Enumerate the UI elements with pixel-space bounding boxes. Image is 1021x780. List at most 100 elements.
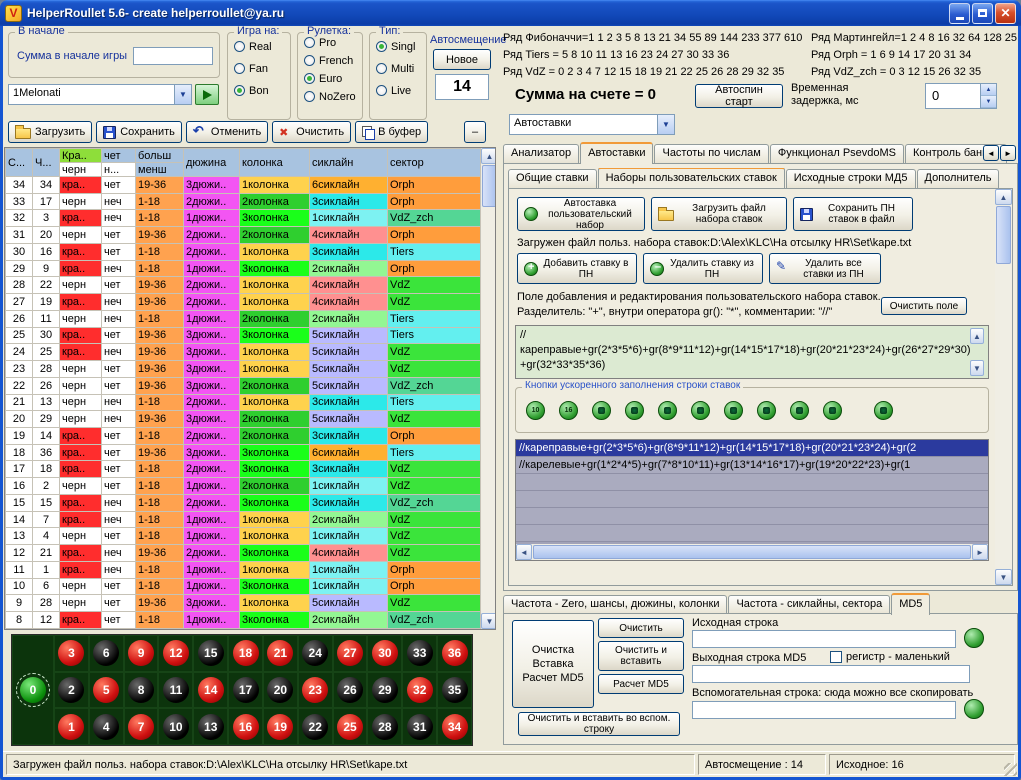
- roulette-number-24[interactable]: 24: [302, 640, 328, 666]
- table-row[interactable]: 2425кра..неч19-363дюжи..1колонка5сиклайн…: [6, 344, 481, 361]
- main-tab-1[interactable]: Автоставки: [580, 142, 653, 164]
- table-row[interactable]: 2113черннеч1-182дюжи..1колонка3сиклайнTi…: [6, 394, 481, 411]
- radio-french[interactable]: French: [304, 52, 362, 69]
- resize-grip[interactable]: [1004, 763, 1017, 776]
- autostake-user-set-button[interactable]: Автоставка пользовательский набор: [517, 197, 645, 231]
- delete-bet-button[interactable]: Удалить ставку из ПН: [643, 253, 763, 284]
- roulette-number-31[interactable]: 31: [407, 714, 433, 740]
- radio-real[interactable]: Real: [234, 38, 290, 55]
- table-row[interactable]: 1221кра..неч19-362дюжи..3колонка4сиклайн…: [6, 545, 481, 562]
- bets-combobox[interactable]: Автоставки ▼: [509, 114, 675, 135]
- roulette-number-8[interactable]: 8: [128, 677, 154, 703]
- roulette-number-21[interactable]: 21: [267, 640, 293, 666]
- delay-spinner[interactable]: 0 ▲ ▼: [925, 83, 997, 109]
- paste-aux-button[interactable]: Очистить и вставить во вспом. строку: [518, 712, 680, 736]
- table-row[interactable]: 812кра..чет1-181дюжи..3колонка2сиклайнVd…: [6, 612, 481, 629]
- md5-source-action-button[interactable]: [964, 628, 984, 648]
- table-row[interactable]: 3016кра..чет1-182дюжи..1колонка3сиклайнT…: [6, 243, 481, 260]
- md5-button-1[interactable]: Очистить: [598, 618, 684, 638]
- radio-live[interactable]: Live: [376, 82, 426, 99]
- table-row[interactable]: 106чернчет1-181дюжи..3колонка1сиклайнOrp…: [6, 578, 481, 595]
- roulette-number-5[interactable]: 5: [93, 677, 119, 703]
- bet-edit-field[interactable]: //кареправые+gr(2*3*5*6)+gr(8*9*11*12)+g…: [515, 325, 989, 379]
- quick-fill-button-9[interactable]: [790, 401, 809, 420]
- scroll-up-icon[interactable]: ▲: [481, 148, 496, 164]
- roulette-number-1[interactable]: 1: [58, 714, 84, 740]
- table-row[interactable]: 928чернчет19-363дюжи..1колонка5сиклайнVd…: [6, 595, 481, 612]
- radio-bon[interactable]: Bon: [234, 82, 290, 99]
- main-tab-0[interactable]: Анализатор: [503, 144, 579, 163]
- radio-fan[interactable]: Fan: [234, 60, 290, 77]
- list-scroll-thumb[interactable]: [533, 545, 971, 559]
- minimize-button[interactable]: [949, 3, 970, 24]
- roulette-number-9[interactable]: 9: [128, 640, 154, 666]
- roulette-number-28[interactable]: 28: [372, 714, 398, 740]
- table-row[interactable]: 2029черннеч19-363дюжи..2колонка5сиклайнV…: [6, 411, 481, 428]
- roulette-number-26[interactable]: 26: [337, 677, 363, 703]
- save-button[interactable]: Сохранить: [96, 121, 182, 143]
- table-row[interactable]: 2328чернчет19-363дюжи..1колонка5сиклайнV…: [6, 361, 481, 378]
- roulette-number-32[interactable]: 32: [407, 677, 433, 703]
- list-item[interactable]: //карелевые+gr(1*2*4*5)+gr(7*8*10*11)+gr…: [516, 457, 988, 474]
- radio-multi[interactable]: Multi: [376, 60, 426, 77]
- load-set-file-button[interactable]: Загрузить файл набора ставок: [651, 197, 787, 231]
- roulette-number-7[interactable]: 7: [128, 714, 154, 740]
- save-set-file-button[interactable]: Сохранить ПН ставок в файл: [793, 197, 913, 231]
- quick-fill-button-4[interactable]: [625, 401, 644, 420]
- output-string-input[interactable]: [692, 665, 970, 683]
- roulette-number-33[interactable]: 33: [407, 640, 433, 666]
- radio-nozero[interactable]: NoZero: [304, 88, 362, 105]
- roulette-number-29[interactable]: 29: [372, 677, 398, 703]
- roulette-number-36[interactable]: 36: [442, 640, 468, 666]
- quick-fill-button-1[interactable]: 10: [526, 401, 545, 420]
- panel-scroll-thumb[interactable]: [996, 206, 1011, 264]
- register-checkbox[interactable]: [830, 651, 842, 663]
- panel-scrollbar[interactable]: ▲ ▼: [995, 189, 1012, 585]
- spin-up-icon[interactable]: ▲: [981, 84, 996, 96]
- source-string-input[interactable]: [692, 630, 956, 648]
- sub-tab-2[interactable]: Исходные строки МД5: [786, 169, 916, 188]
- main-tab-3[interactable]: Функционал PsevdoMS: [770, 144, 904, 163]
- add-bet-button[interactable]: Добавить ставку в ПН: [517, 253, 637, 284]
- table-row[interactable]: 1836кра..чет19-363дюжи..3колонка6сиклайн…: [6, 444, 481, 461]
- table-row[interactable]: 2719кра..неч19-362дюжи..1колонка4сиклайн…: [6, 294, 481, 311]
- scroll-right-icon[interactable]: ►: [972, 544, 988, 560]
- table-row[interactable]: 2611черннеч1-181дюжи..2колонка2сиклайнTi…: [6, 310, 481, 327]
- quick-fill-button-3[interactable]: [592, 401, 611, 420]
- tab-scroll-left-button[interactable]: ◄: [983, 145, 999, 161]
- table-row[interactable]: 2530кра..чет19-363дюжи..3колонка5сиклайн…: [6, 327, 481, 344]
- quick-fill-button-2[interactable]: 16: [559, 401, 578, 420]
- load-button[interactable]: Загрузить: [8, 121, 92, 143]
- roulette-number-0[interactable]: 0: [20, 677, 46, 703]
- spin-down-icon[interactable]: ▼: [981, 96, 996, 108]
- roulette-number-15[interactable]: 15: [198, 640, 224, 666]
- scroll-down-icon[interactable]: ▼: [970, 360, 984, 376]
- scroll-left-icon[interactable]: ◄: [516, 544, 532, 560]
- bottom-tab-1[interactable]: Частота - сиклайны, сектора: [728, 595, 890, 614]
- close-button[interactable]: ✕: [995, 3, 1016, 24]
- list-item[interactable]: //кареправые+gr(2*3*5*6)+gr(8*9*11*12)+g…: [516, 440, 988, 457]
- quick-fill-button-10[interactable]: [823, 401, 842, 420]
- md5-button-2[interactable]: Очистить и вставить: [598, 641, 684, 671]
- roulette-number-14[interactable]: 14: [198, 677, 224, 703]
- roulette-number-19[interactable]: 19: [267, 714, 293, 740]
- preset-combobox[interactable]: 1Melonati ▼: [8, 84, 192, 105]
- table-row[interactable]: 3317черннеч1-182дюжи..2колонка3сиклайнOr…: [6, 193, 481, 210]
- roulette-number-2[interactable]: 2: [58, 677, 84, 703]
- roulette-number-22[interactable]: 22: [302, 714, 328, 740]
- scroll-up-icon[interactable]: ▲: [995, 189, 1012, 205]
- table-row[interactable]: 162чернчет1-181дюжи..2колонка1сиклайнVdZ: [6, 478, 481, 495]
- table-row[interactable]: 134чернчет1-181дюжи..1колонка1сиклайнVdZ: [6, 528, 481, 545]
- table-row[interactable]: 3434кра..чет19-363дюжи..1колонка6сиклайн…: [6, 177, 481, 194]
- table-row[interactable]: 147кра..неч1-181дюжи..1колонка2сиклайнVd…: [6, 511, 481, 528]
- roulette-number-4[interactable]: 4: [93, 714, 119, 740]
- table-row[interactable]: 1914кра..чет1-182дюжи..2колонка3сиклайнO…: [6, 428, 481, 445]
- minus-button[interactable]: –: [464, 121, 486, 143]
- sub-tab-1[interactable]: Наборы пользовательских ставок: [598, 168, 785, 188]
- aux-string-input[interactable]: [692, 701, 956, 719]
- quick-fill-button-extra[interactable]: [874, 401, 893, 420]
- chevron-down-icon[interactable]: ▼: [657, 115, 674, 134]
- radio-singl[interactable]: Singl: [376, 38, 426, 55]
- roulette-number-25[interactable]: 25: [337, 714, 363, 740]
- new-autoshift-button[interactable]: Новое: [433, 49, 491, 70]
